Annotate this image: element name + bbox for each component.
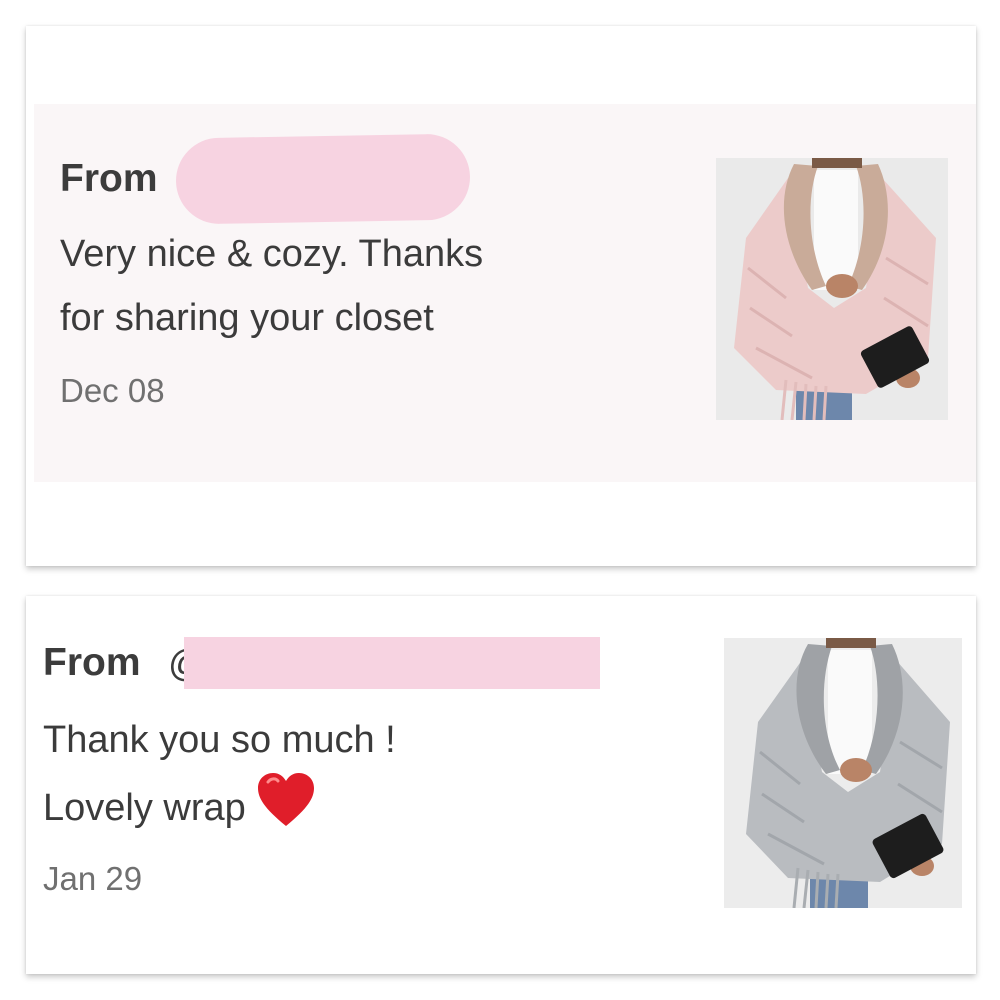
review-card-1: From Very nice & cozy. Thanks for sharin… (26, 26, 976, 566)
wrap-photo (724, 638, 962, 908)
review-message: Very nice & cozy. Thanks for sharing you… (60, 233, 484, 339)
redacted-username (175, 133, 471, 225)
review-message-text: Thank you so much ! Lovely wrap (43, 719, 396, 829)
from-label: From (60, 157, 158, 200)
wrap-photo (716, 158, 948, 420)
review-card-2: From @ Thank you so much ! Lovely wrap J… (26, 596, 976, 974)
redacted-username (184, 637, 600, 689)
red-heart-icon (256, 772, 316, 848)
review-date: Jan 29 (43, 860, 143, 897)
grey-fringed-wrap-thumbnail[interactable] (724, 638, 962, 908)
review-date: Dec 08 (60, 372, 165, 409)
review-message: Thank you so much ! Lovely wrap (43, 708, 663, 848)
from-label: From (43, 641, 141, 684)
pink-fringed-wrap-thumbnail[interactable] (716, 158, 948, 420)
